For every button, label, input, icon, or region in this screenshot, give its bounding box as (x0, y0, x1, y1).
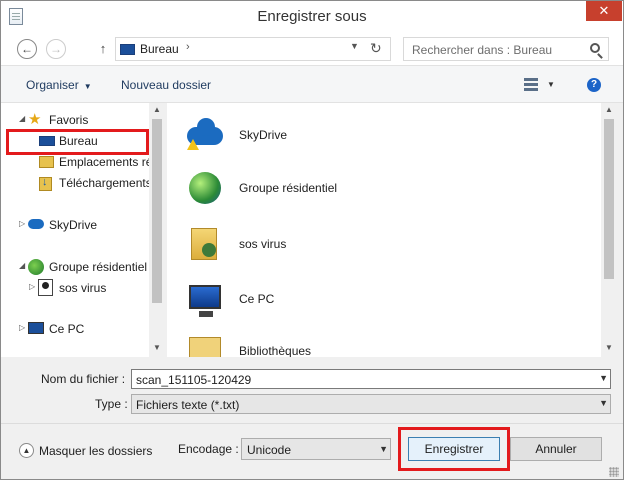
chevron-down-icon[interactable]: ▼ (599, 398, 608, 408)
star-icon: ★ (28, 111, 42, 128)
save-as-dialog: Enregistrer sous ✕ ← → ↑ Bureau › ▼ ↻ Re… (0, 0, 624, 480)
scrollbar-thumb[interactable] (604, 119, 614, 279)
filename-label: Nom du fichier : (41, 372, 126, 386)
list-item-homegroup[interactable]: Groupe résidentiel (185, 168, 385, 208)
list-item-libraries[interactable]: Bibliothèques (185, 331, 385, 357)
selection-highlight (6, 129, 149, 155)
navigation-scrollbar[interactable]: ▲ ▼ (149, 103, 165, 357)
file-list-scrollbar[interactable]: ▲ ▼ (601, 103, 617, 357)
list-item-sos-virus[interactable]: sos virus (185, 224, 385, 264)
list-item-label: Ce PC (239, 292, 275, 306)
tree-item-label: SkyDrive (49, 218, 98, 232)
tree-item-this-pc[interactable]: ▷ Ce PC (1, 319, 149, 339)
address-location[interactable]: Bureau (140, 42, 179, 56)
navigation-bar: ← → ↑ Bureau › ▼ ↻ Rechercher dans : Bur… (1, 33, 623, 65)
encoding-value: Unicode (247, 443, 292, 457)
chevron-down-icon[interactable]: ▼ (599, 373, 608, 383)
tree-item-label: Emplacements ré (59, 155, 149, 169)
search-input[interactable]: Rechercher dans : Bureau (403, 37, 609, 61)
expand-icon[interactable]: ▷ (29, 282, 35, 291)
user-folder-icon (185, 224, 225, 264)
hide-folders-label: Masquer les dossiers (39, 444, 153, 458)
help-icon[interactable]: ? (587, 78, 601, 92)
filename-value: scan_151105-120429 (136, 373, 252, 387)
skydrive-warning-icon (185, 115, 225, 155)
cancel-button[interactable]: Annuler (510, 437, 602, 461)
chevron-down-icon[interactable]: ▼ (379, 444, 388, 454)
tree-item-downloads[interactable]: Téléchargements (1, 173, 149, 193)
refresh-button[interactable]: ↻ (370, 40, 382, 57)
list-item-label: SkyDrive (239, 128, 288, 142)
tree-item-label: Groupe résidentiel (49, 260, 148, 274)
tree-item-sos-virus[interactable]: ▷ sos virus (1, 278, 149, 298)
recent-places-icon (39, 156, 54, 168)
type-label: Type : (95, 397, 128, 411)
list-item-label: Bibliothèques (239, 344, 312, 357)
libraries-icon (185, 331, 225, 357)
title-bar: Enregistrer sous ✕ (1, 1, 623, 33)
list-item-this-pc[interactable]: Ce PC (185, 279, 385, 319)
view-options-icon[interactable] (524, 78, 538, 92)
cloud-icon (28, 219, 44, 229)
user-icon (38, 279, 53, 296)
tree-item-recent-places[interactable]: Emplacements ré (1, 152, 149, 172)
navigation-pane: ◢ ★ Favoris Bureau Emplacements ré Téléc… (1, 103, 165, 357)
expand-icon[interactable]: ▷ (19, 219, 25, 228)
collapse-icon[interactable]: ◢ (19, 261, 25, 270)
tree-item-label: sos virus (59, 281, 107, 295)
up-button[interactable]: ↑ (97, 41, 109, 57)
file-type-select[interactable]: Fichiers texte (*.txt) ▼ (131, 394, 611, 414)
list-item-label: Groupe résidentiel (239, 181, 338, 195)
list-item-skydrive[interactable]: SkyDrive (185, 115, 385, 155)
search-icon[interactable] (590, 43, 600, 53)
expand-icon[interactable]: ▷ (19, 323, 25, 332)
tree-item-favorites[interactable]: ◢ ★ Favoris (1, 110, 149, 130)
list-item-label: sos virus (239, 237, 287, 251)
desktop-icon (120, 44, 135, 55)
file-list: SkyDrive Groupe résidentiel sos virus Ce… (167, 103, 601, 357)
forward-button[interactable]: → (46, 39, 66, 59)
homegroup-icon (185, 168, 225, 208)
scroll-up-icon[interactable]: ▲ (149, 105, 165, 114)
resize-grip-icon[interactable] (609, 467, 619, 477)
tree-item-skydrive[interactable]: ▷ SkyDrive (1, 215, 149, 235)
encoding-select[interactable]: Unicode ▼ (241, 438, 391, 460)
encoding-label: Encodage : (178, 442, 239, 456)
filename-field[interactable]: scan_151105-120429 ▼ (131, 369, 611, 389)
downloads-icon (39, 176, 52, 191)
save-highlight-box (398, 427, 510, 471)
computer-icon (28, 322, 44, 334)
tree-item-homegroup[interactable]: ◢ Groupe résidentiel (1, 257, 149, 277)
organize-label: Organiser (26, 78, 79, 92)
scrollbar-thumb[interactable] (152, 119, 162, 303)
address-bar[interactable]: Bureau › ▼ ↻ (115, 37, 391, 61)
file-type-value: Fichiers texte (*.txt) (136, 398, 240, 412)
computer-icon (185, 279, 225, 319)
organize-button[interactable]: Organiser ▼ (26, 78, 92, 92)
new-folder-button[interactable]: Nouveau dossier (121, 78, 211, 92)
scroll-down-icon[interactable]: ▼ (601, 343, 617, 352)
scroll-up-icon[interactable]: ▲ (601, 105, 617, 114)
window-title: Enregistrer sous (257, 8, 367, 25)
homegroup-icon (28, 259, 44, 275)
tree-item-label: Favoris (49, 113, 89, 127)
divider (1, 423, 623, 424)
command-bar: Organiser ▼ Nouveau dossier ▼ ? (1, 65, 623, 103)
breadcrumb-chevron-icon[interactable]: › (186, 41, 190, 53)
address-history-dropdown[interactable]: ▼ (350, 41, 359, 51)
back-button[interactable]: ← (17, 39, 37, 59)
search-placeholder: Rechercher dans : Bureau (412, 43, 553, 57)
scroll-down-icon[interactable]: ▼ (149, 343, 165, 352)
chevron-down-icon: ▼ (83, 82, 92, 91)
chevron-up-icon: ▲ (19, 443, 34, 458)
tree-item-label: Ce PC (49, 322, 85, 336)
close-button[interactable]: ✕ (586, 1, 622, 21)
view-dropdown-icon[interactable]: ▼ (547, 80, 555, 89)
tree-item-label: Téléchargements (59, 176, 149, 190)
collapse-icon[interactable]: ◢ (19, 114, 25, 123)
